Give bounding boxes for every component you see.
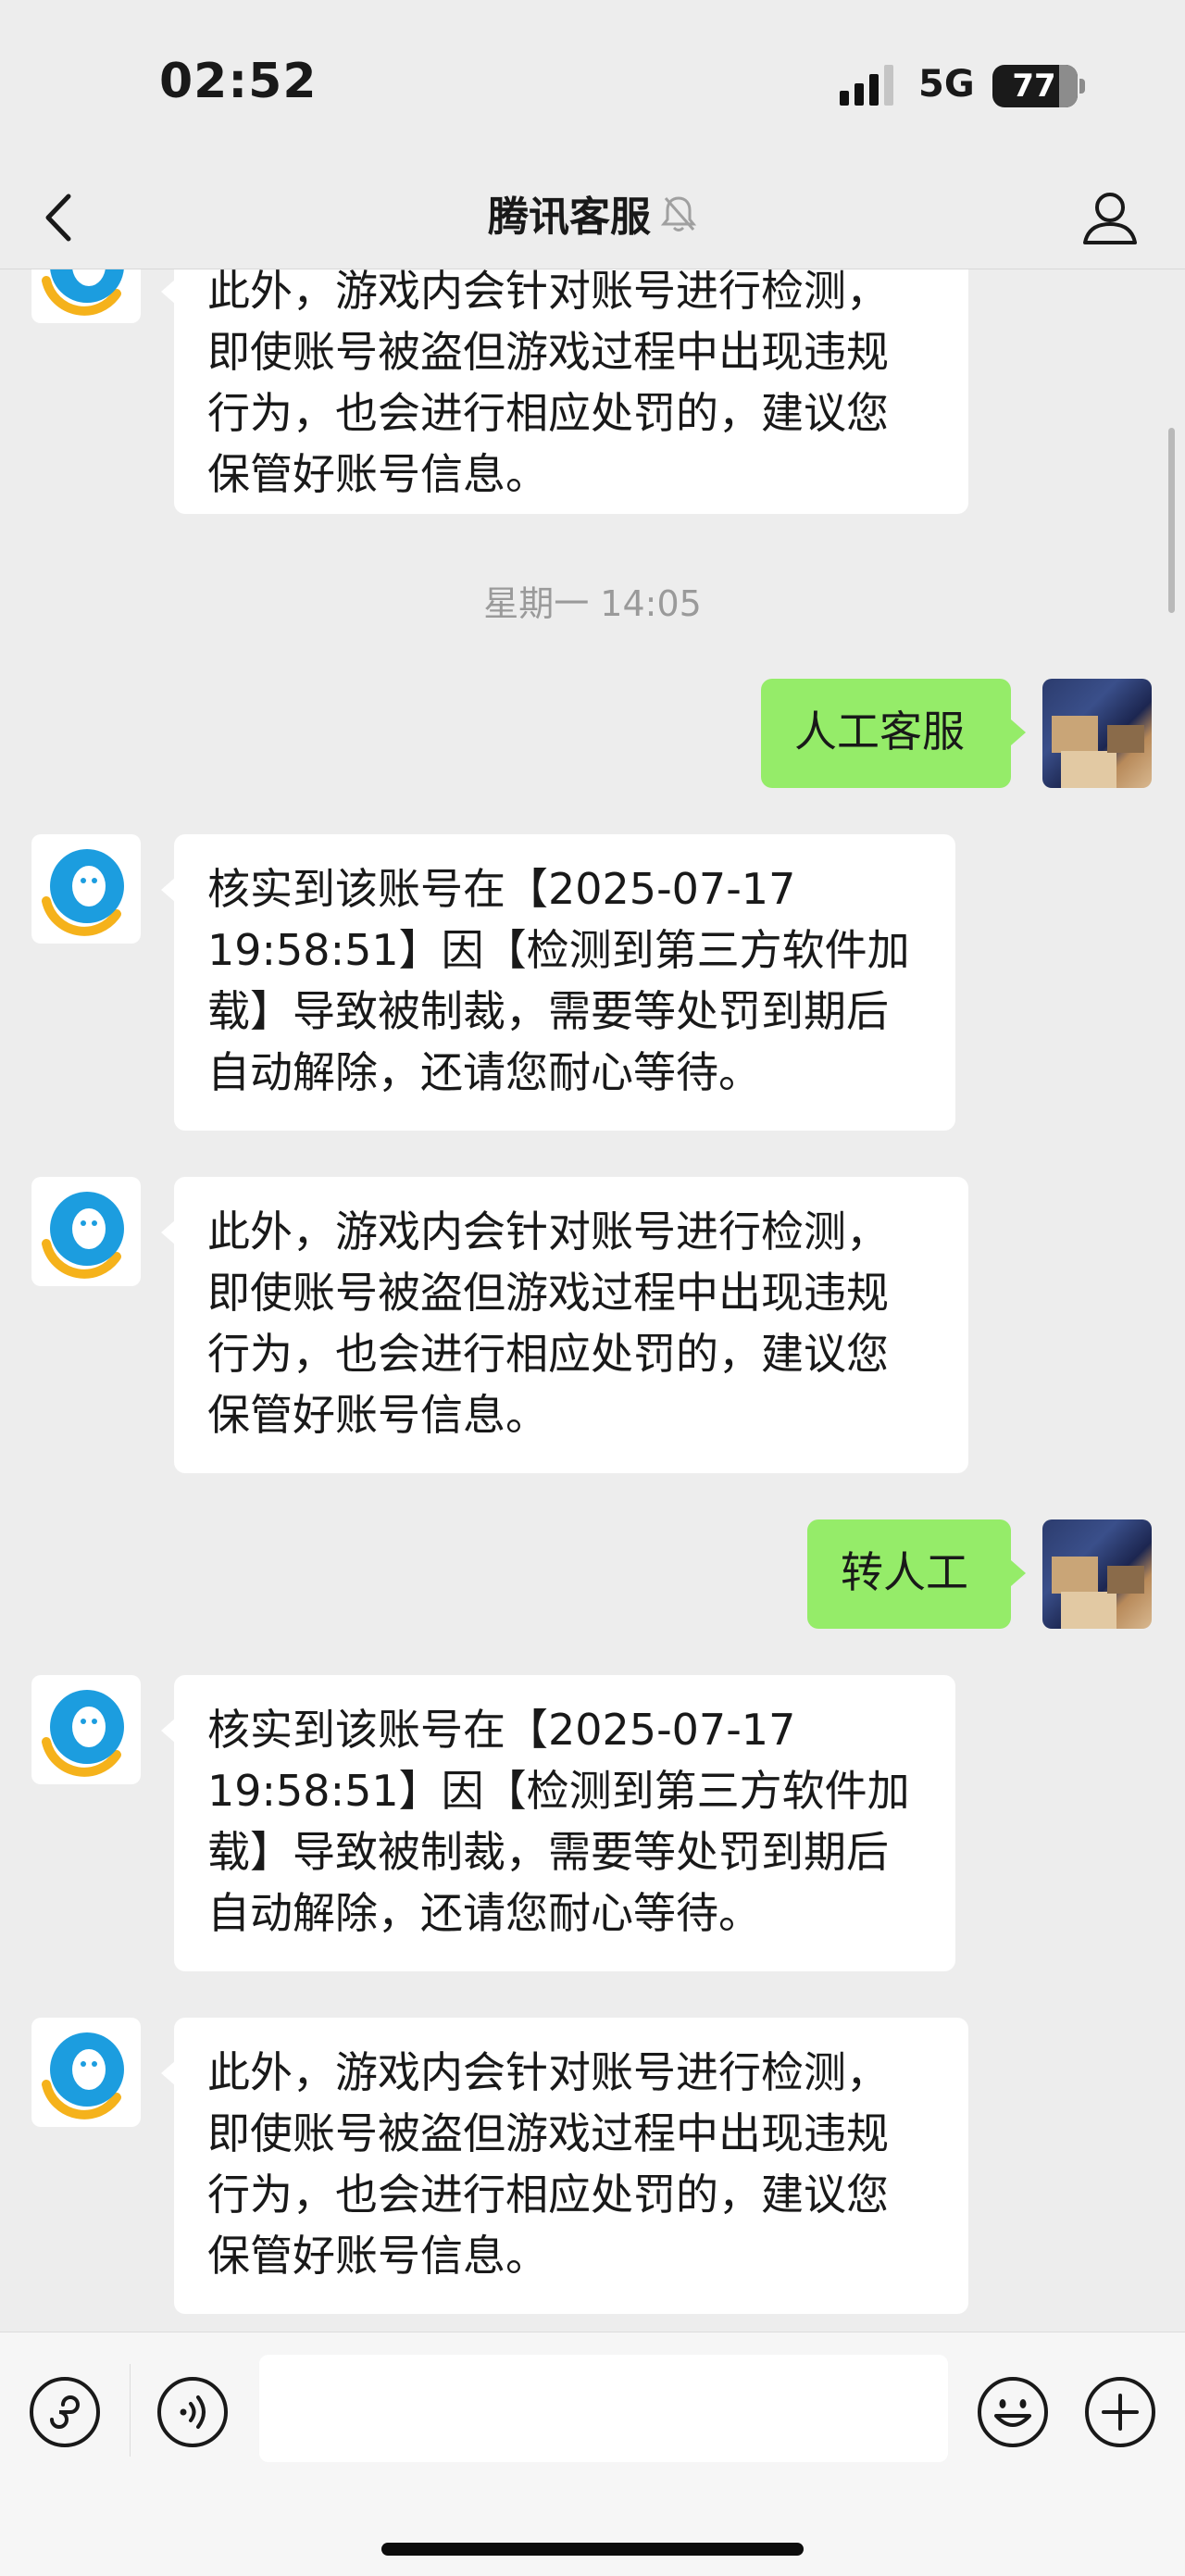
user-avatar[interactable] — [1042, 1519, 1152, 1629]
voice-icon[interactable] — [154, 2373, 231, 2451]
mini-program-icon[interactable] — [26, 2373, 104, 2451]
tencent-cs-avatar[interactable] — [31, 834, 141, 944]
user-message: 人工客服 — [761, 679, 1026, 788]
network-type: 5G — [918, 63, 975, 106]
tencent-qq-icon — [42, 849, 124, 936]
signal-icon — [840, 65, 893, 106]
tencent-cs-avatar[interactable] — [31, 2018, 141, 2127]
plus-icon[interactable] — [1081, 2373, 1159, 2451]
chat-title: 腾讯客服 — [488, 194, 651, 241]
tencent-qq-icon — [42, 269, 124, 316]
cs-message: 此外，游戏内会针对账号进行检测， 即使账号被盗但游戏过程中出现违规 行为，也会进… — [161, 269, 968, 514]
tencent-qq-icon — [42, 2032, 124, 2120]
chat-header: 腾讯客服 — [0, 167, 1185, 269]
chat-title-area: 腾讯客服 — [0, 183, 1185, 243]
home-indicator — [381, 2543, 804, 2556]
tencent-cs-avatar[interactable] — [31, 269, 141, 323]
user-avatar[interactable] — [1042, 679, 1152, 788]
tencent-cs-avatar[interactable] — [31, 1177, 141, 1286]
cs-message: 核实到该账号在【2025-07-17 19:58:51】因【检测到第三方软件加 … — [161, 834, 955, 1131]
user-message: 转人工 — [807, 1519, 1026, 1629]
status-bar: 02:52 5G 77 — [0, 0, 1185, 167]
battery-level: 77 — [1012, 68, 1056, 105]
chat-timestamp: 星期一 14:05 — [483, 583, 702, 624]
chat-message-list[interactable]: 此外，游戏内会针对账号进行检测， 即使账号被盗但游戏过程中出现违规 行为，也会进… — [0, 269, 1185, 2332]
profile-icon[interactable] — [1078, 185, 1142, 250]
scrollbar[interactable] — [1168, 428, 1175, 613]
separator — [130, 2364, 131, 2457]
tencent-qq-icon — [42, 1690, 124, 1777]
status-time: 02:52 — [159, 54, 318, 109]
cs-message: 此外，游戏内会针对账号进行检测， 即使账号被盗但游戏过程中出现违规 行为，也会进… — [161, 1177, 968, 1473]
cs-message: 此外，游戏内会针对账号进行检测， 即使账号被盗但游戏过程中出现违规 行为，也会进… — [161, 2018, 968, 2314]
battery-icon: 77 — [992, 65, 1078, 107]
tencent-qq-icon — [42, 1192, 124, 1279]
tencent-cs-avatar[interactable] — [31, 1675, 141, 1784]
cs-message: 核实到该账号在【2025-07-17 19:58:51】因【检测到第三方软件加 … — [161, 1675, 955, 1971]
message-input[interactable] — [259, 2355, 948, 2462]
mute-bell-icon — [660, 196, 697, 231]
emoji-icon[interactable] — [974, 2373, 1052, 2451]
battery-tip — [1079, 79, 1085, 94]
input-bar — [0, 2332, 1185, 2576]
